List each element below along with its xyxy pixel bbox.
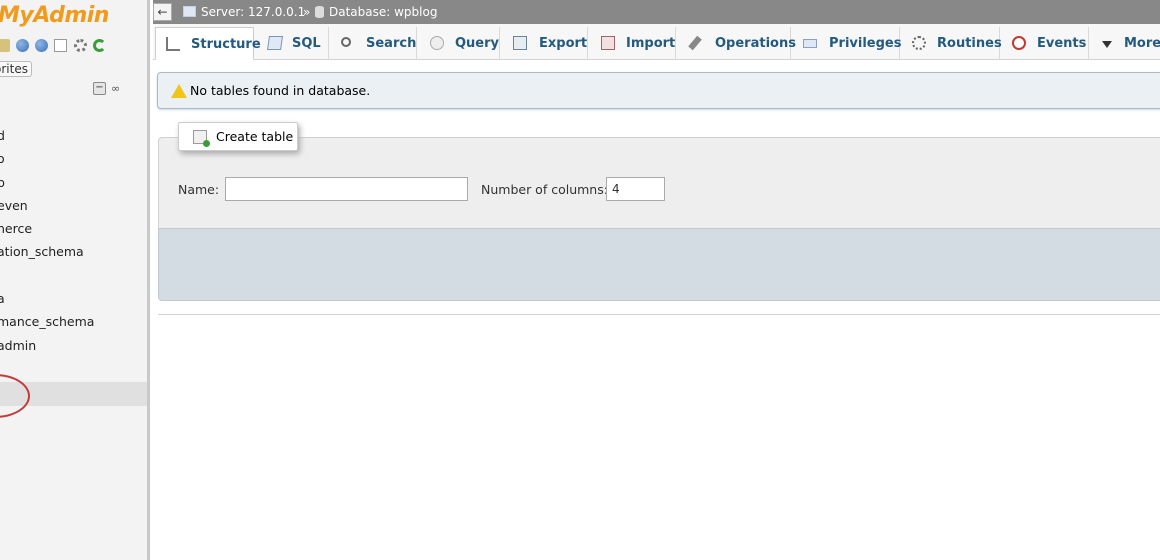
breadcrumb-database[interactable]: Database: wpblog	[329, 0, 437, 24]
sql-icon	[267, 36, 283, 50]
nav-icon-bar	[0, 38, 108, 56]
tab-events[interactable]: Events	[1000, 27, 1089, 60]
server-breadcrumb-bar: ← Server: 127.0.0.1 » Database: wpblog	[153, 0, 1160, 24]
tab-privileges[interactable]: Privileges	[791, 27, 902, 60]
database-item[interactable]: d	[0, 126, 94, 149]
gear-icon[interactable]	[73, 39, 87, 52]
tab-label: Routines	[937, 36, 1002, 51]
divider	[158, 314, 1160, 315]
tab-label: Query	[455, 36, 500, 51]
tab-label: Operations	[715, 36, 796, 51]
tab-label: Privileges	[829, 36, 902, 51]
database-icon	[315, 6, 324, 18]
tab-query[interactable]: Query	[417, 27, 500, 60]
database-item[interactable]: b	[0, 173, 94, 196]
tab-label: Import	[626, 36, 676, 51]
tab-label: SQL	[292, 36, 321, 51]
number-of-columns-label: Number of columns:	[481, 182, 608, 197]
reload-icon[interactable]	[92, 39, 106, 52]
structure-icon	[166, 37, 180, 51]
create-table-title: Create table	[216, 129, 294, 144]
tab-export[interactable]: Export	[500, 27, 588, 60]
notice-message: No tables found in database.	[157, 72, 1160, 109]
privileges-icon	[803, 39, 817, 48]
tab-label: Search	[366, 36, 417, 51]
tab-routines[interactable]: Routines	[900, 27, 1002, 60]
events-icon	[1012, 36, 1026, 50]
help-icon[interactable]	[35, 39, 49, 52]
logout-icon[interactable]	[16, 39, 30, 52]
query-icon	[430, 36, 444, 50]
database-item[interactable]: even	[0, 196, 94, 219]
home-icon[interactable]	[0, 39, 10, 52]
tab-more[interactable]: More	[1089, 27, 1160, 60]
back-arrow-icon[interactable]: ←	[153, 3, 172, 21]
tab-bar: Structure SQL Search Query Export Import…	[153, 24, 1160, 60]
table-name-input[interactable]	[225, 177, 468, 201]
search-icon	[341, 37, 351, 47]
tab-operations[interactable]: Operations	[676, 27, 796, 60]
breadcrumb-server[interactable]: Server: 127.0.0.1	[201, 0, 305, 24]
tab-import[interactable]: Import	[588, 27, 676, 60]
database-item[interactable]: ation_schema	[0, 242, 94, 265]
database-item[interactable]: a	[0, 289, 94, 312]
warning-icon	[171, 84, 187, 98]
operations-icon	[688, 35, 702, 51]
number-of-columns-input[interactable]	[606, 177, 665, 201]
export-icon	[513, 36, 527, 50]
database-item[interactable]: mance_schema	[0, 312, 94, 335]
docs-icon[interactable]	[54, 39, 68, 52]
collapse-all-icon[interactable]: −	[93, 82, 106, 95]
database-item[interactable]: admin	[0, 336, 94, 359]
table-name-label: Name:	[178, 182, 220, 197]
tab-search[interactable]: Search	[329, 27, 417, 60]
tab-sql[interactable]: SQL	[254, 27, 329, 60]
database-item[interactable]: o	[0, 149, 94, 172]
tab-label: Structure	[191, 37, 261, 52]
create-table-footer	[158, 228, 1160, 301]
routines-icon	[912, 36, 926, 50]
breadcrumb-separator: »	[303, 5, 311, 19]
notice-text: No tables found in database.	[190, 83, 371, 98]
link-icon[interactable]: ∞	[111, 82, 127, 95]
phpmyadmin-logo[interactable]: MyAdmin	[0, 3, 109, 28]
database-list: d o b even nerce ation_schema a mance_sc…	[0, 126, 94, 382]
database-item[interactable]: nerce	[0, 219, 94, 242]
tab-label: More	[1124, 36, 1160, 51]
server-icon	[183, 6, 196, 17]
tab-label: Export	[539, 36, 588, 51]
navigation-panel: MyAdmin orites − ∞ d o b even nerce atio…	[0, 0, 150, 560]
create-table-icon	[193, 130, 210, 147]
chevron-down-icon	[1102, 41, 1112, 48]
tab-label: Events	[1037, 36, 1087, 51]
import-icon	[601, 36, 615, 50]
database-item[interactable]	[0, 266, 94, 289]
create-table-legend: Create table	[178, 122, 298, 151]
favorites-tab[interactable]: orites	[0, 61, 32, 77]
tab-structure[interactable]: Structure	[155, 27, 261, 60]
